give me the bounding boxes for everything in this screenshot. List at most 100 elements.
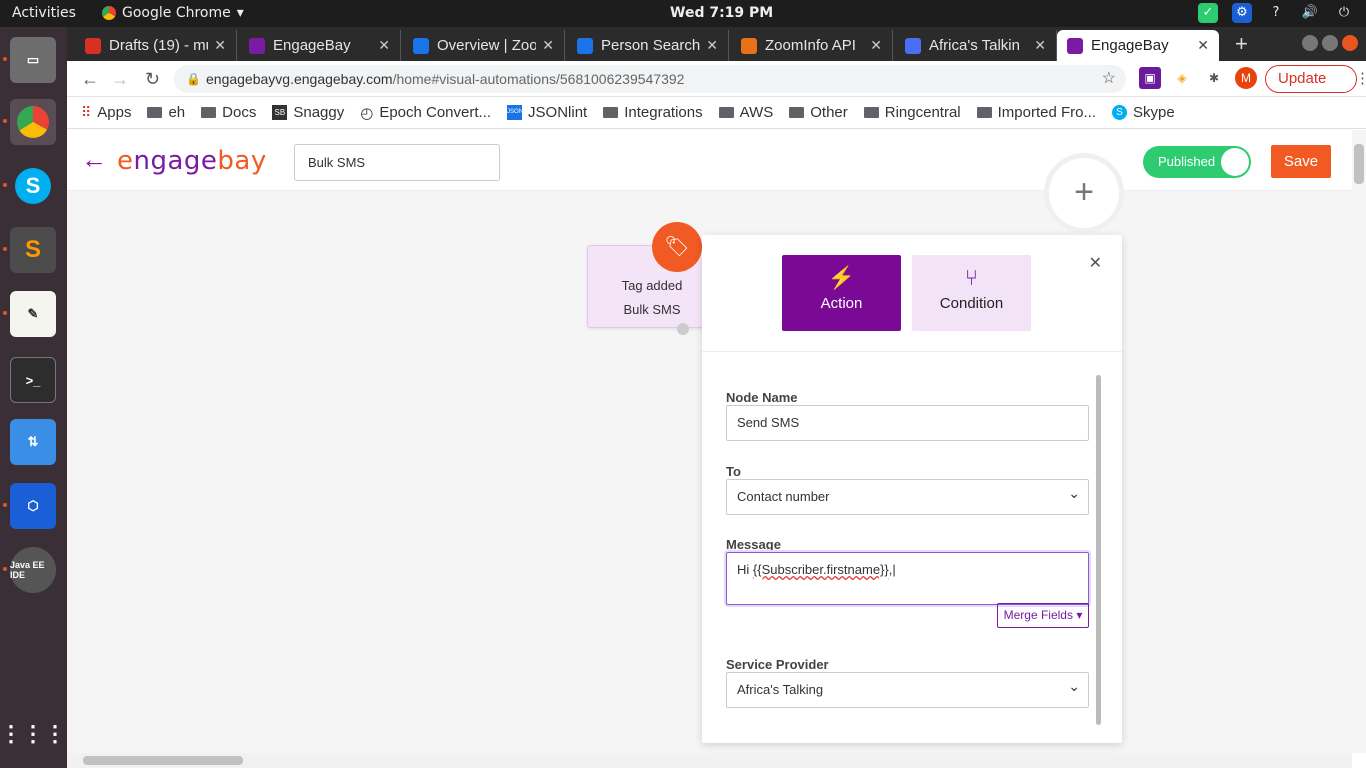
- close-icon[interactable]: ✕: [1089, 253, 1102, 273]
- node-name-input[interactable]: Send SMS: [726, 405, 1089, 441]
- gmail-icon: [85, 37, 101, 54]
- back-arrow-icon[interactable]: ←: [81, 69, 99, 90]
- chrome-dock-icon[interactable]: [10, 99, 56, 145]
- power-icon[interactable]: ⏻: [1334, 3, 1354, 23]
- sublime-text-icon[interactable]: S: [10, 227, 56, 273]
- check-shield-icon[interactable]: ✓: [1198, 3, 1218, 23]
- skype-icon: S: [1112, 105, 1128, 120]
- app-menu[interactable]: Google Chrome ▾: [102, 5, 244, 21]
- published-toggle[interactable]: Published: [1143, 146, 1251, 178]
- close-icon[interactable]: ✕: [1034, 37, 1046, 54]
- java-ee-ide-icon[interactable]: Java EE IDE: [10, 547, 56, 593]
- sb-icon: SB: [272, 105, 288, 120]
- extensions-puzzle-icon[interactable]: ✱: [1203, 67, 1225, 89]
- scroll-thumb[interactable]: [83, 756, 243, 765]
- close-icon[interactable]: ✕: [870, 37, 882, 54]
- reload-icon[interactable]: ↻: [145, 69, 160, 90]
- lock-icon[interactable]: 🔒: [186, 65, 201, 93]
- tab-person-search[interactable]: Person Search ✕: [567, 30, 729, 61]
- maximize-icon[interactable]: [1322, 35, 1338, 51]
- engagebay-logo[interactable]: engagebay: [117, 146, 267, 176]
- page-horizontal-scrollbar[interactable]: [67, 753, 1352, 768]
- volume-icon[interactable]: 🔊: [1300, 3, 1320, 23]
- url-path: /home#visual-automations/568100623954739…: [392, 71, 685, 87]
- url-bar[interactable]: 🔒 engagebayvg.engagebay.com/home#visual-…: [174, 65, 1126, 93]
- tab-engagebay-1[interactable]: EngageBay ✕: [239, 30, 401, 61]
- forward-arrow-icon[interactable]: →: [111, 69, 129, 90]
- tab-engagebay-active[interactable]: EngageBay ✕: [1057, 30, 1219, 61]
- close-icon[interactable]: ✕: [214, 37, 226, 54]
- service-provider-select[interactable]: Africa's Talking: [726, 669, 1089, 708]
- node-connector[interactable]: [677, 323, 689, 335]
- bookmark-docs[interactable]: Docs: [201, 104, 256, 121]
- add-node-button[interactable]: +: [1049, 158, 1119, 228]
- bookmark-star-icon[interactable]: ☆: [1102, 65, 1116, 93]
- close-window-icon[interactable]: [1342, 35, 1358, 51]
- bookmark-other[interactable]: Other: [789, 104, 848, 121]
- merge-fields-button[interactable]: Merge Fields ▾: [997, 603, 1089, 628]
- bookmark-jsonlint[interactable]: JSON JSONlint: [507, 104, 587, 121]
- network-app-icon[interactable]: ⚙: [1232, 3, 1252, 23]
- address-toolbar: ← → ↻ 🔒 engagebayvg.engagebay.com/home#v…: [67, 61, 1366, 97]
- scroll-thumb[interactable]: [1354, 144, 1364, 184]
- chevron-down-icon: ▾: [236, 5, 244, 21]
- more-menu-icon[interactable]: ⋮: [1355, 66, 1366, 92]
- folder-icon: [789, 107, 805, 118]
- clock[interactable]: Wed 7:19 PM: [670, 5, 773, 21]
- page-vertical-scrollbar[interactable]: [1352, 130, 1366, 753]
- bookmark-epoch-converter[interactable]: ◴ Epoch Convert...: [360, 104, 491, 122]
- branch-icon: ⑂: [964, 265, 979, 290]
- bookmark-skype[interactable]: S Skype: [1112, 104, 1175, 121]
- trigger-node-title: Tag added: [621, 278, 683, 293]
- tab-zoominfo-api[interactable]: ZoomInfo API ✕: [731, 30, 893, 61]
- bookmark-imported[interactable]: Imported Fro...: [976, 104, 1096, 121]
- message-textarea[interactable]: Hi {{Subscriber.firstname}},|: [726, 552, 1089, 605]
- text-editor-icon[interactable]: ✎: [10, 291, 56, 337]
- to-select[interactable]: Contact number: [726, 476, 1089, 515]
- tab-gmail[interactable]: Drafts (19) - mu ✕: [75, 30, 237, 61]
- network-manager-icon[interactable]: ⬡: [10, 483, 56, 529]
- folder-icon: [201, 107, 217, 118]
- terminal-icon[interactable]: >_: [10, 357, 56, 403]
- minimize-icon[interactable]: [1302, 35, 1318, 51]
- close-icon[interactable]: ✕: [706, 37, 718, 54]
- close-icon[interactable]: ✕: [1197, 37, 1209, 54]
- new-tab-button[interactable]: +: [1235, 31, 1248, 57]
- tab-condition[interactable]: ⑂ Condition: [912, 255, 1031, 331]
- launcher-dock: ▭ S S ✎ >_ ⇅ ⬡ Java EE IDE ⋮⋮⋮: [0, 27, 67, 768]
- skype-dock-icon[interactable]: S: [10, 163, 56, 209]
- merge-variable: {{Subscriber.firstname}}: [752, 562, 889, 577]
- bookmark-eh[interactable]: eh: [147, 104, 185, 121]
- files-icon[interactable]: ▭: [10, 37, 56, 83]
- show-apps-icon[interactable]: ⋮⋮⋮: [0, 711, 66, 757]
- automation-canvas[interactable]: ← engagebay Bulk SMS Published Save + Ta…: [67, 130, 1352, 753]
- help-icon[interactable]: ?: [1266, 3, 1286, 23]
- panel-scrollbar[interactable]: [1096, 375, 1101, 725]
- updater-icon[interactable]: ⇅: [10, 419, 56, 465]
- update-button[interactable]: Update ⋮: [1265, 65, 1366, 93]
- tab-action[interactable]: ⚡ Action: [782, 255, 901, 331]
- json-icon: JSON: [507, 105, 523, 120]
- folder-icon: [603, 107, 619, 118]
- bookmark-snaggy[interactable]: SB Snaggy: [272, 104, 344, 121]
- to-label: To: [726, 464, 741, 479]
- shield-extension-icon[interactable]: ◈: [1171, 67, 1193, 89]
- tab-zoominfo-overview[interactable]: Overview | Zoo ✕: [403, 30, 565, 61]
- back-arrow-icon[interactable]: ←: [81, 144, 107, 175]
- bookmark-ringcentral[interactable]: Ringcentral: [863, 104, 961, 121]
- automation-name-input[interactable]: Bulk SMS: [294, 144, 500, 181]
- activities-button[interactable]: Activities: [12, 5, 76, 21]
- node-config-panel: ✕ ⚡ Action ⑂ Condition Node Name Send SM…: [702, 235, 1122, 743]
- avatar[interactable]: M: [1235, 67, 1257, 89]
- folder-icon: [976, 107, 992, 118]
- window-controls[interactable]: [1302, 35, 1358, 51]
- tab-africas-talking[interactable]: Africa's Talkin ✕: [895, 30, 1057, 61]
- save-button[interactable]: Save: [1271, 145, 1331, 178]
- system-tray[interactable]: ✓ ⚙ ? 🔊 ⏻: [1198, 3, 1354, 23]
- cast-extension-icon[interactable]: ▣: [1139, 67, 1161, 89]
- bookmark-apps[interactable]: ⠿ Apps: [81, 104, 131, 121]
- bookmark-integrations[interactable]: Integrations: [603, 104, 703, 121]
- bookmark-aws[interactable]: AWS: [718, 104, 773, 121]
- close-icon[interactable]: ✕: [542, 37, 554, 54]
- close-icon[interactable]: ✕: [378, 37, 390, 54]
